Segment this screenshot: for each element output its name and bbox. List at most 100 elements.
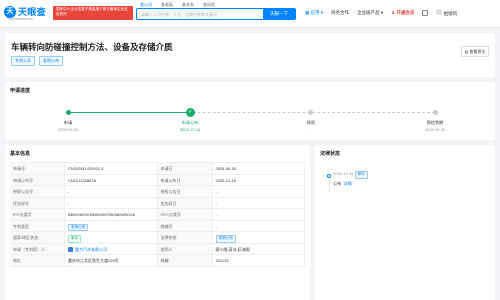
user-menu[interactable]: 姐嗖风 (436, 9, 457, 17)
table-key: 邮编 (157, 255, 213, 266)
table-row: IPC分类号 B60W30/09;B60W30/095;B60W50/16 CP… (10, 209, 305, 221)
progress-step-label: 申请 (63, 120, 73, 125)
table-value: - (213, 220, 305, 231)
table-value: - (213, 197, 305, 208)
legal-status-card: 法律状态 2025-12-16 审中 公布 详情 (315, 145, 495, 300)
tag-invention-publication: 发明公布 (39, 56, 63, 66)
progress-step-date: 2025-12-16 (179, 127, 201, 132)
table-value: 发明公布 (65, 220, 158, 231)
progress-dot-apply (66, 110, 71, 115)
legal-status-section-title: 法律状态 (320, 151, 341, 157)
table-row: 地址 重庆市江北区鱼生大道229号 邮编 401133 (10, 255, 305, 267)
table-value: - (65, 186, 158, 197)
tag-patent-public: 专利公开 (11, 56, 35, 66)
username: 姐嗖风 (443, 11, 458, 16)
table-value: 发明公布 (213, 232, 305, 243)
nav-enterprise-products-label: 企业级产品 (357, 10, 380, 15)
table-value: CN202511420011.X (65, 163, 158, 174)
table-row: 申请公布号 CN121133887A 申请公布日 2025-12-16 (10, 174, 305, 186)
page-title: 车辆转向防碰撞控制方法、设备及存储介质 (11, 42, 173, 52)
table-key: 发明人 (157, 243, 213, 254)
status-badge: 审中 (68, 235, 82, 243)
crown-icon: ♛ (391, 10, 396, 15)
app-menu-button[interactable]: ▦ 应用 ▾ (305, 10, 323, 16)
app-menu-label: 应用 (310, 10, 320, 15)
nav-enterprise-products[interactable]: 企业级产品 ▾ (357, 10, 383, 16)
legal-status-badge: 审中 (354, 171, 368, 179)
patent-title-card: 车辆转向防碰撞控制方法、设备及存储介质 专利公开 发明公布 ▤ 查看原文 (5, 33, 495, 77)
table-row: 授权公告号 - 授权公告日 - (10, 186, 305, 198)
table-key: 申请公布日 (157, 174, 213, 185)
message-icon[interactable] (422, 10, 429, 16)
table-key: CPC分类号 (157, 209, 213, 220)
patent-type-tag: 发明公布 (68, 223, 89, 231)
legal-status-item: 2025-12-16 审中 公布 详情 (333, 171, 368, 187)
table-key: 地址 (10, 255, 65, 266)
table-key: 专利类型 (10, 220, 65, 231)
progress-step-label: 授权 (306, 120, 316, 125)
basic-info-table: 申请号 CN202511420011.X 申请日 2025-09-30 申请公布… (10, 162, 305, 267)
table-key: 申请（专利权）人 (10, 243, 65, 254)
progress-step-label: 申请公布 (181, 120, 199, 125)
vip-button[interactable]: ♛ 开通会员 (391, 10, 414, 16)
table-key: 申请日 (157, 163, 213, 174)
progress-dot-expiry (433, 110, 438, 115)
applicant-link[interactable]: 重力汽车有限公司 (65, 243, 158, 254)
table-key: 优先权号 (10, 197, 65, 208)
table-value: - (65, 197, 158, 208)
company-logo-icon (68, 246, 73, 252)
legal-status-tag: 发明公布 (215, 235, 236, 243)
legal-status-date: 2025-12-16 (333, 171, 354, 176)
table-row: 申请（专利权）人 重力汽车有限公司 发明人 廖小隆;蒋冰;伍海银 (10, 243, 305, 255)
table-value: B60W30/09;B60W30/095;B60W50/16 (65, 209, 158, 220)
applicant-name: 重力汽车有限公司 (75, 246, 107, 252)
table-key: 国家/地区状态 (10, 232, 65, 243)
table-value: 审中 (65, 232, 158, 243)
table-value: 廖小隆;蒋冰;伍海银 (213, 243, 305, 254)
table-value: 2025-09-30 (213, 163, 305, 174)
nav-business-service[interactable]: 商务合作 (331, 10, 349, 16)
progress-track-done (68, 112, 190, 113)
header-nav: ▦ 应用 ▾ 商务合作 企业级产品 ▾ ♛ 开通会员 姐嗖风 (305, 9, 457, 17)
vip-label: 开通会员 (396, 10, 415, 15)
logo-mark-icon: 天 (4, 5, 16, 18)
chevron-down-icon: ▾ (380, 10, 384, 15)
view-original-label: 查看原文 (469, 48, 486, 54)
table-value: 401133 (213, 255, 305, 266)
patent-tags: 专利公开 发明公布 (11, 56, 63, 66)
table-key: 商端号 (157, 220, 213, 231)
progress-step-label: 预估到期 (426, 120, 444, 125)
table-value: 2025-12-16 (213, 174, 305, 185)
legal-date-row: 2025-12-16 审中 (333, 171, 368, 179)
table-key: 法律状态 (157, 232, 213, 243)
table-value: CN121133887A (65, 174, 158, 185)
search-input[interactable] (137, 9, 263, 19)
document-icon: ▤ (464, 49, 469, 54)
table-key: 授权公告日 (157, 186, 213, 197)
table-key: IPC分类号 (10, 209, 65, 220)
legal-status-details-link[interactable]: 详情 (343, 181, 351, 186)
search-box: 天眼一下 (136, 8, 296, 20)
table-row: 国家/地区状态 审中 法律状态 发明公布 (10, 232, 305, 244)
search-button[interactable]: 天眼一下 (263, 9, 295, 19)
avatar (436, 9, 443, 15)
table-row: 优先权号 - 优先权日 - (10, 197, 305, 209)
progress-dot-grant (308, 110, 313, 115)
basic-info-section-title: 基本信息 (10, 151, 31, 157)
progress-step-date: 2025-09-30 (57, 127, 79, 132)
chevron-down-icon: ▾ (320, 10, 324, 15)
check-icon: ✓ (186, 108, 195, 117)
table-value: - (213, 186, 305, 197)
progress-section-title: 申请进度 (10, 88, 31, 94)
timeline-line (328, 178, 330, 192)
grid-icon: ▦ (305, 10, 310, 15)
table-key: 授权公告号 (10, 186, 65, 197)
top-navbar: 天 天眼查 TianYancha.com 国家中小企业发展子基金旗下官方备案企业… (0, 0, 500, 28)
view-original-button[interactable]: ▤ 查看原文 (461, 46, 489, 57)
table-value: 重庆市江北区鱼生大道229号 (65, 255, 158, 266)
gov-certification-badge[interactable]: 国家中小企业发展子基金旗下官方备案企业征信机构 (53, 6, 133, 20)
table-key: 申请公布号 (10, 174, 65, 185)
table-key: 申请号 (10, 163, 65, 174)
application-progress-card: 申请进度 申请 2025-09-30 ✓ 申请公布 2025-12-16 授权 … (5, 82, 495, 140)
table-row: 申请号 CN202511420011.X 申请日 2025-09-30 (10, 163, 305, 175)
